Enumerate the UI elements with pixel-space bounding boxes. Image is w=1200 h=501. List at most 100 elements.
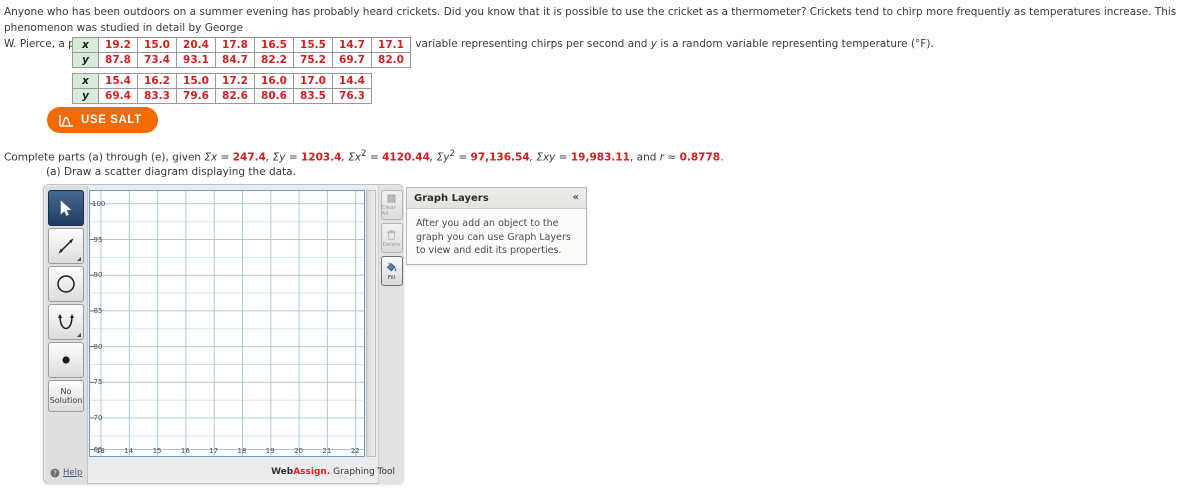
table1-y-1: 73.4 bbox=[137, 52, 177, 68]
table-row-x: x 15.4 16.2 15.0 17.2 16.0 17.0 14.4 bbox=[72, 73, 372, 89]
table-row-y: y 69.4 83.3 79.6 82.6 80.6 83.5 76.3 bbox=[72, 88, 372, 104]
fill-label: Fill bbox=[387, 274, 396, 281]
table1-y-3: 84.7 bbox=[215, 52, 255, 68]
y-tick-70: 70 bbox=[93, 414, 103, 423]
parabola-tool[interactable] bbox=[48, 304, 84, 340]
paint-bucket-icon bbox=[386, 262, 397, 271]
use-salt-button[interactable]: USE SALT bbox=[47, 107, 158, 133]
table1-y-5: 75.2 bbox=[293, 52, 333, 68]
help-link[interactable]: ? Help bbox=[50, 468, 82, 478]
table2-x-5: 17.0 bbox=[293, 73, 333, 89]
table1-y-label: y bbox=[72, 52, 99, 68]
table1-x-label: x bbox=[72, 37, 99, 53]
sum-x2-label: , Σx bbox=[341, 151, 362, 164]
graph-vertical-scrollbar[interactable] bbox=[366, 190, 376, 457]
salt-button-label: USE SALT bbox=[81, 114, 142, 126]
given-lead: Complete parts (a) through (e), given bbox=[4, 151, 205, 164]
graph-left-toolbar: No Solution ? Help bbox=[45, 186, 88, 484]
trash-icon bbox=[387, 229, 396, 240]
brand-suffix: Graphing Tool bbox=[330, 467, 395, 477]
x-tick-16: 16 bbox=[180, 447, 190, 455]
x-tick-21: 21 bbox=[322, 447, 332, 455]
x-tick-13: 13 bbox=[96, 447, 105, 455]
data-table-2: x 15.4 16.2 15.0 17.2 16.0 17.0 14.4 y 6… bbox=[72, 73, 372, 104]
line-tool-options-indicator[interactable] bbox=[77, 257, 81, 261]
table2-y-label: y bbox=[72, 88, 99, 104]
line-tool[interactable] bbox=[48, 228, 84, 264]
point-tool[interactable] bbox=[48, 342, 84, 378]
table2-y-2: 79.6 bbox=[176, 88, 216, 104]
problem-paragraph-2-post: is a random variable representing temper… bbox=[657, 38, 934, 50]
graph-canvas[interactable]: 100 95 90 85 80 75 70 65 13 14 15 16 17 … bbox=[89, 190, 365, 457]
sum-xy-label: , Σxy = bbox=[529, 151, 571, 164]
fill-button[interactable]: Fill bbox=[380, 256, 403, 286]
graph-grid bbox=[90, 191, 364, 456]
r-approx-sign: ≈ bbox=[664, 151, 680, 164]
table1-x-7: 17.1 bbox=[371, 37, 411, 53]
table2-x-3: 17.2 bbox=[215, 73, 255, 89]
sum-y2-eq: = bbox=[455, 151, 471, 164]
table2-y-4: 80.6 bbox=[254, 88, 294, 104]
graph-layers-panel: Graph Layers « After you add an object t… bbox=[406, 187, 587, 265]
x-tick-22: 22 bbox=[350, 447, 360, 455]
sum-x2-eq: = bbox=[366, 151, 383, 164]
clear-all-button[interactable]: Clear All bbox=[380, 190, 403, 220]
circle-tool[interactable] bbox=[48, 266, 84, 302]
table1-x-5: 15.5 bbox=[293, 37, 333, 53]
table1-y-4: 82.2 bbox=[254, 52, 294, 68]
sum-x-value: 247.4 bbox=[232, 151, 266, 164]
table1-x-4: 16.5 bbox=[254, 37, 294, 53]
sum-y-value: 1203.4 bbox=[300, 151, 342, 164]
table1-x-0: 19.2 bbox=[98, 37, 138, 53]
problem-paragraph-1: Anyone who has been outdoors on a summer… bbox=[4, 6, 1177, 34]
y-tick-80: 80 bbox=[93, 342, 103, 351]
x-tick-17: 17 bbox=[209, 447, 219, 455]
data-table-1: x 19.2 15.0 20.4 17.8 16.5 15.5 14.7 17.… bbox=[72, 37, 411, 68]
given-period: . bbox=[720, 151, 724, 164]
delete-label: Delete bbox=[382, 241, 401, 248]
y-tick-90: 90 bbox=[93, 271, 103, 280]
line-segment-icon bbox=[58, 238, 74, 254]
table2-y-3: 82.6 bbox=[215, 88, 255, 104]
table2-x-label: x bbox=[72, 73, 99, 89]
graph-layers-body-text: After you add an object to the graph you… bbox=[416, 218, 571, 256]
circle-icon bbox=[57, 275, 75, 293]
help-question-icon: ? bbox=[50, 468, 60, 478]
sum-y2-value: 97,136.54 bbox=[470, 151, 530, 164]
chevron-double-left-icon[interactable]: « bbox=[573, 193, 579, 203]
parabola-tool-options-indicator[interactable] bbox=[77, 333, 81, 337]
table1-y-7: 82.0 bbox=[371, 52, 411, 68]
delete-button[interactable]: Delete bbox=[380, 223, 403, 253]
table-row-y: y 87.8 73.4 93.1 84.7 82.2 75.2 69.7 82.… bbox=[72, 52, 411, 68]
x-tick-18: 18 bbox=[237, 447, 247, 455]
point-dot-icon bbox=[62, 356, 70, 364]
x-tick-20: 20 bbox=[294, 447, 304, 455]
y-tick-85: 85 bbox=[93, 307, 103, 315]
parabola-icon bbox=[58, 314, 74, 330]
table1-y-6: 69.7 bbox=[332, 52, 372, 68]
help-label: Help bbox=[63, 468, 83, 478]
table-row-x: x 19.2 15.0 20.4 17.8 16.5 15.5 14.7 17.… bbox=[72, 37, 411, 53]
y-tick-100: 100 bbox=[92, 200, 106, 208]
cursor-arrow-icon bbox=[60, 199, 72, 216]
select-tool[interactable] bbox=[48, 190, 84, 226]
sum-y2-label: , Σy bbox=[429, 151, 450, 164]
table2-x-2: 15.0 bbox=[176, 73, 216, 89]
no-solution-button[interactable]: No Solution bbox=[48, 380, 84, 412]
x-tick-14: 14 bbox=[124, 447, 134, 455]
part-a-prompt: (a) Draw a scatter diagram displaying th… bbox=[46, 166, 296, 178]
given-values-line: Complete parts (a) through (e), given Σx… bbox=[4, 149, 723, 164]
table1-x-3: 17.8 bbox=[215, 37, 255, 53]
sum-x2-value: 4120.44 bbox=[382, 151, 430, 164]
graph-layers-title: Graph Layers bbox=[414, 192, 489, 204]
table1-x-2: 20.4 bbox=[176, 37, 216, 53]
x-tick-19: 19 bbox=[265, 447, 275, 455]
sum-xy-value: 19,983.11 bbox=[570, 151, 630, 164]
table1-x-6: 14.7 bbox=[332, 37, 372, 53]
webassign-brand: WebAssign. Graphing Tool bbox=[271, 467, 395, 477]
x-tick-15: 15 bbox=[152, 447, 162, 455]
graph-layers-header: Graph Layers « bbox=[407, 188, 586, 209]
table2-y-5: 83.5 bbox=[293, 88, 333, 104]
r-value: 0.8778 bbox=[679, 151, 721, 164]
table1-y-0: 87.8 bbox=[98, 52, 138, 68]
